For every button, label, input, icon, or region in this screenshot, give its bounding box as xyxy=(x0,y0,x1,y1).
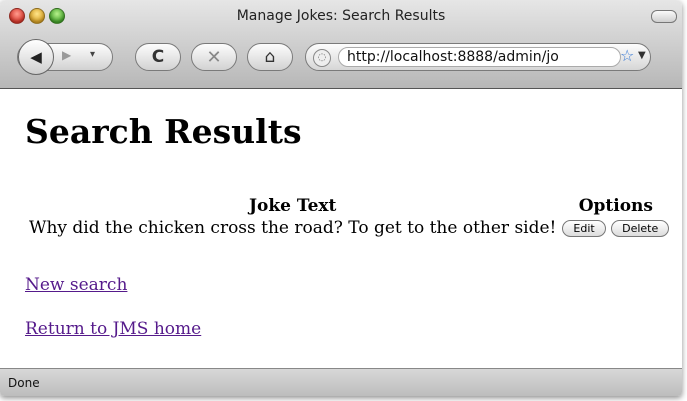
forward-arrow-icon[interactable]: ▶ xyxy=(62,48,71,62)
results-table: Joke Text Options Why did the chicken cr… xyxy=(25,194,673,240)
column-header-options: Options xyxy=(578,196,653,216)
reload-button[interactable]: C xyxy=(135,43,181,71)
back-forward-group: ◀ ▶ ▾ xyxy=(17,39,113,75)
stop-button[interactable]: ✕ xyxy=(191,43,237,71)
home-button[interactable]: ⌂ xyxy=(247,43,293,71)
stop-icon: ✕ xyxy=(206,46,222,68)
browser-window: Manage Jokes: Search Results ◀ ▶ ▾ C ✕ ⌂… xyxy=(0,0,682,396)
toolbar-toggle-button[interactable] xyxy=(651,10,677,23)
table-row: Why did the chicken cross the road? To g… xyxy=(27,218,671,238)
return-home-link[interactable]: Return to JMS home xyxy=(25,319,201,339)
window-title: Manage Jokes: Search Results xyxy=(236,8,446,24)
status-bar: Done xyxy=(0,368,682,396)
table-header-row: Joke Text Options xyxy=(27,196,671,216)
browser-toolbar: Manage Jokes: Search Results ◀ ▶ ▾ C ✕ ⌂… xyxy=(0,0,682,89)
joke-text-cell: Why did the chicken cross the road? To g… xyxy=(29,218,557,238)
new-search-link[interactable]: New search xyxy=(25,275,127,295)
reload-icon: C xyxy=(151,47,165,67)
delete-button[interactable]: Delete xyxy=(611,220,670,237)
page-title: Search Results xyxy=(25,112,302,151)
home-icon: ⌂ xyxy=(264,47,276,67)
column-header-joke-text: Joke Text xyxy=(248,196,337,216)
bookmark-star-icon[interactable]: ☆ xyxy=(620,46,634,65)
edit-button[interactable]: Edit xyxy=(562,220,606,237)
site-icon: ◌ xyxy=(313,49,331,67)
url-dropdown-icon[interactable]: ▼ xyxy=(638,50,646,61)
options-cell: Edit Delete xyxy=(560,218,671,238)
page-content: Search Results Joke Text Options Why did… xyxy=(0,89,682,367)
history-dropdown-icon[interactable]: ▾ xyxy=(90,49,95,60)
address-bar: ◌ http://localhost:8888/admin/jo ☆ ▼ xyxy=(305,43,651,71)
back-button[interactable]: ◀ xyxy=(18,39,54,75)
url-input[interactable]: http://localhost:8888/admin/jo xyxy=(338,47,621,67)
back-arrow-icon: ◀ xyxy=(30,48,42,66)
